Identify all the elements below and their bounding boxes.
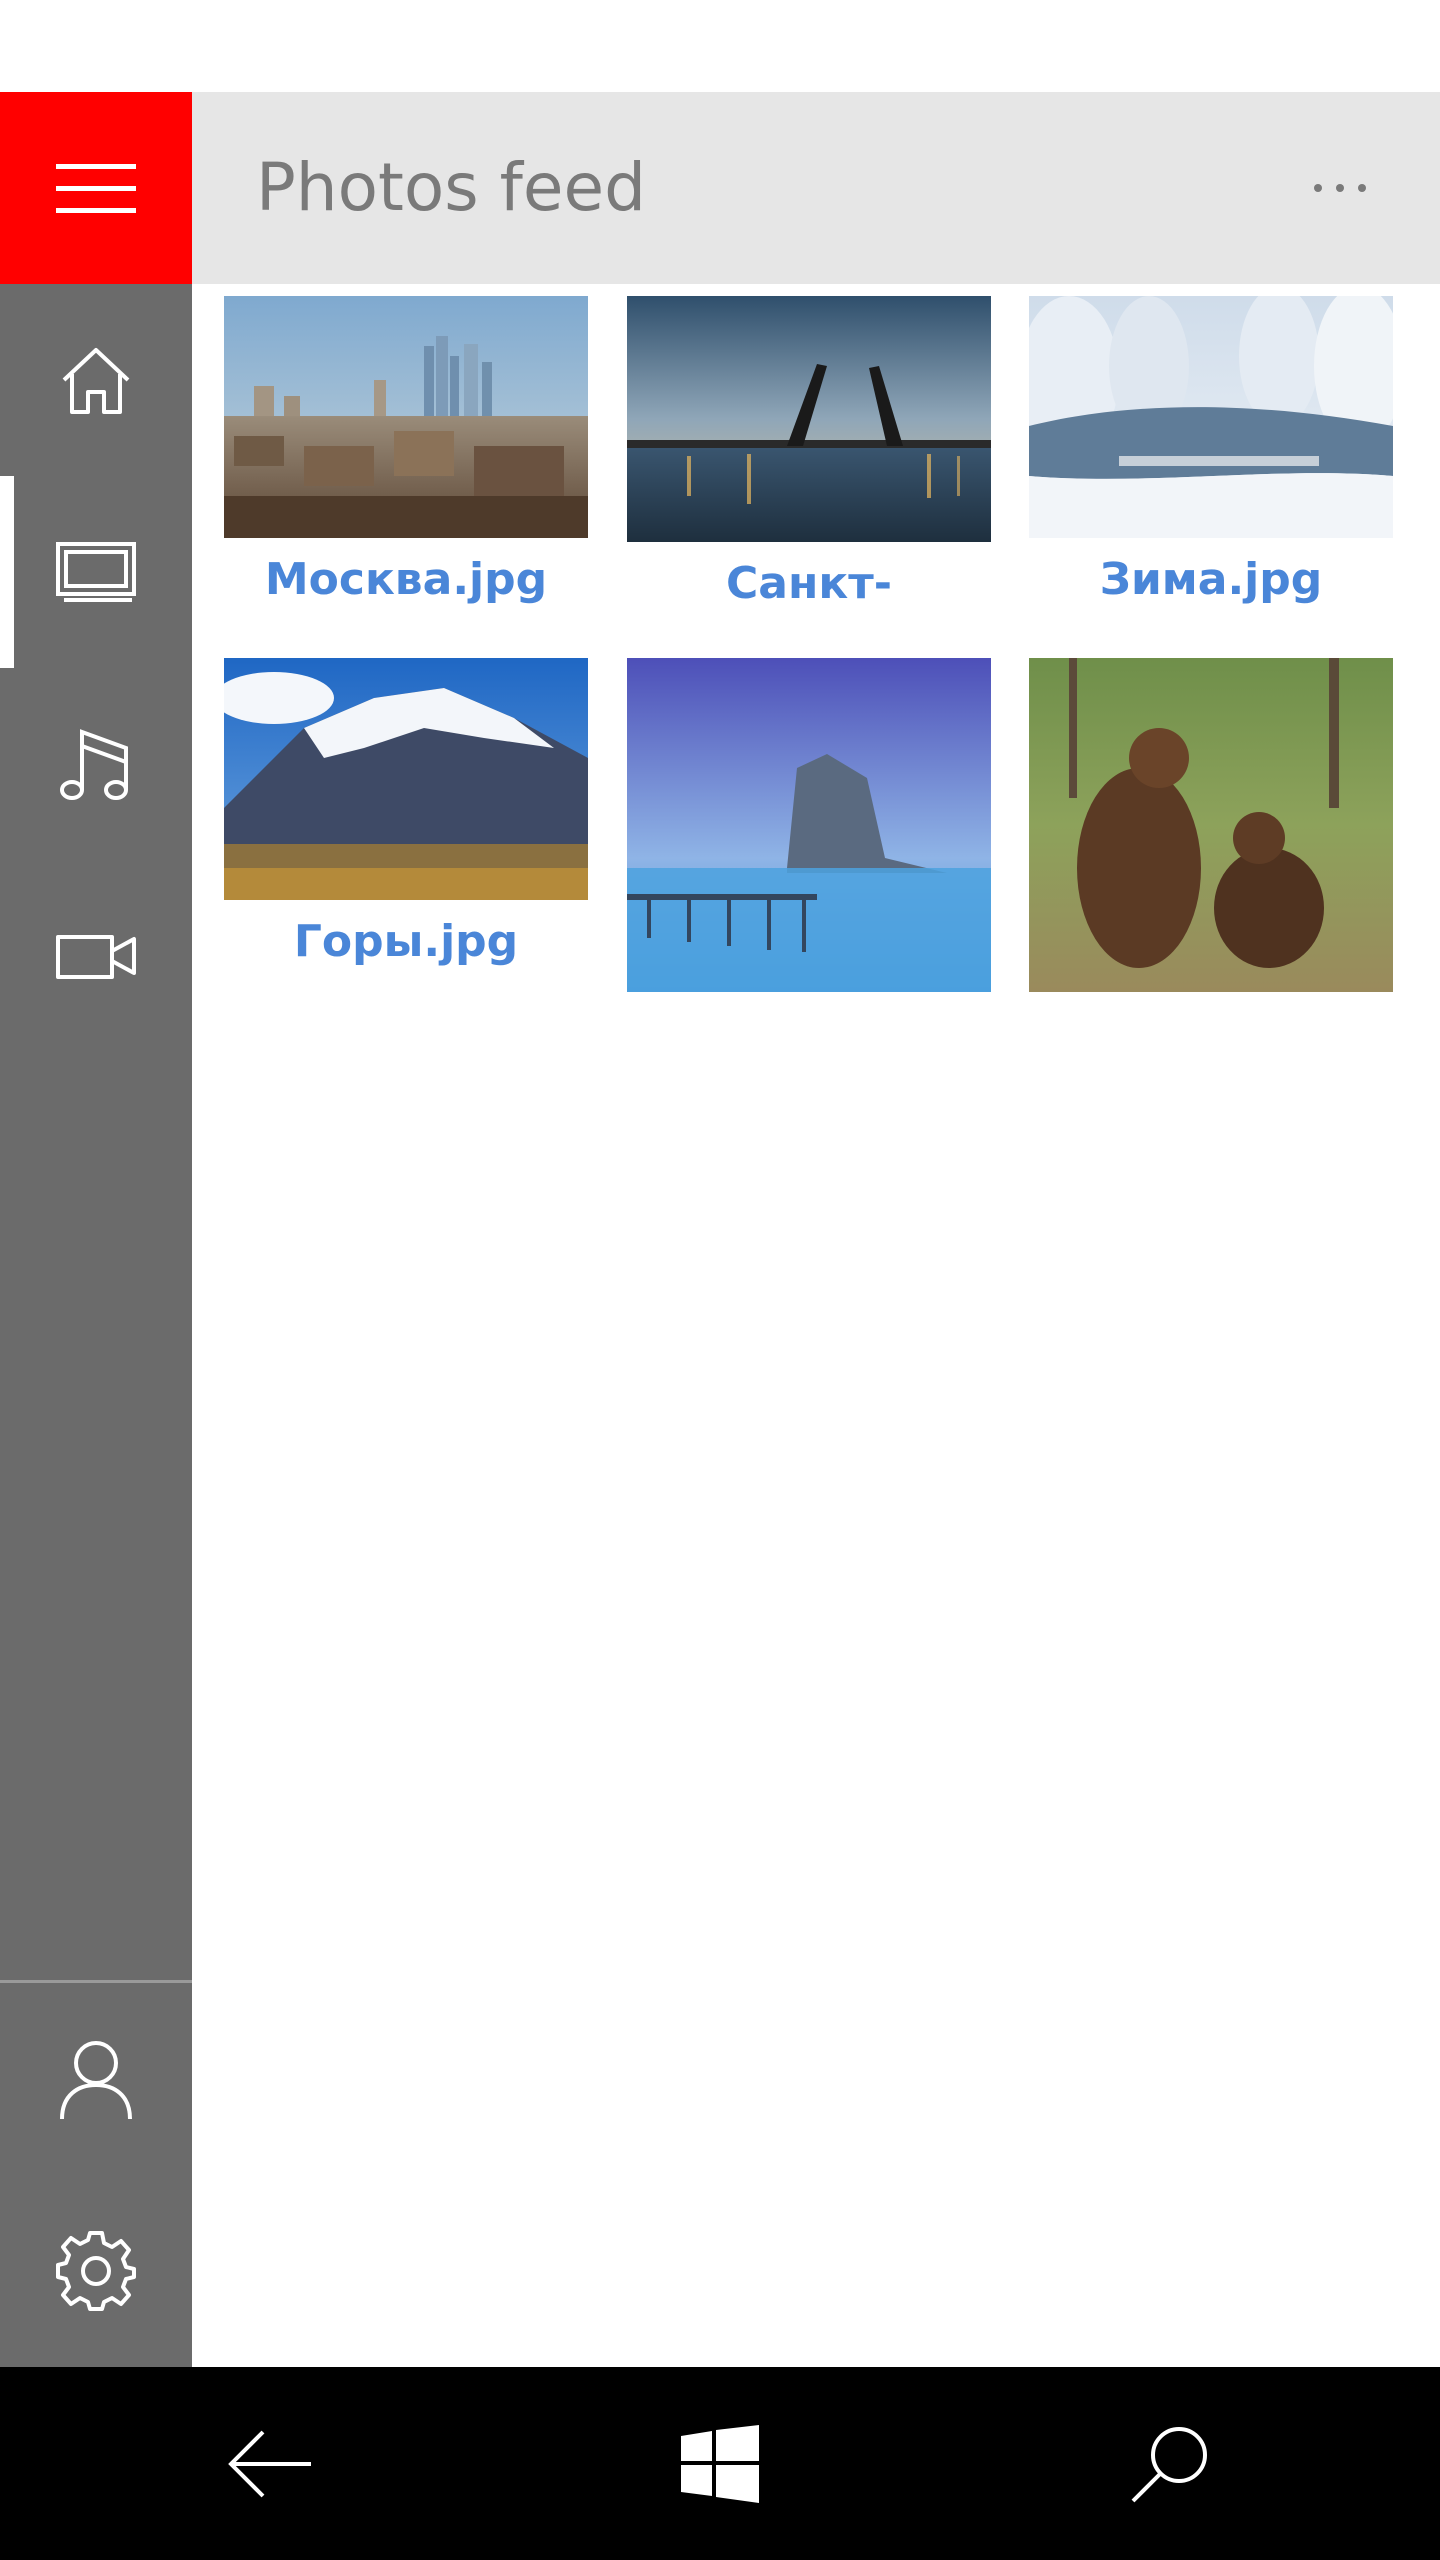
windows-logo-icon <box>681 2424 759 2503</box>
photo-tile-bears[interactable] <box>1029 658 1393 1066</box>
photo-thumbnail <box>1029 296 1393 538</box>
music-icon <box>60 729 128 800</box>
user-icon <box>60 2041 132 2120</box>
photo-tile-winter[interactable]: Зима.jpg <box>1029 296 1393 612</box>
start-button[interactable] <box>620 2367 820 2560</box>
page-title: Photos feed <box>256 149 646 226</box>
photo-thumbnail <box>224 658 588 900</box>
photos-icon <box>56 542 136 602</box>
settings-icon <box>56 2231 136 2311</box>
photo-thumbnail <box>627 658 991 992</box>
back-button[interactable] <box>170 2367 370 2560</box>
app-window: Photos feed Москва.jpg Санкт- Зима.jpg Г… <box>0 0 1440 2560</box>
photo-tile-sea-rock[interactable] <box>627 658 991 1066</box>
sidebar-item-home[interactable] <box>0 284 192 476</box>
photo-tile-moscow[interactable]: Москва.jpg <box>224 296 588 612</box>
sidebar-item-video[interactable] <box>0 860 192 1052</box>
more-options-button[interactable] <box>1280 148 1400 228</box>
photo-tile-mountains[interactable]: Горы.jpg <box>224 658 588 974</box>
photo-caption: Москва.jpg <box>264 554 548 605</box>
search-icon <box>1131 2426 1207 2502</box>
header-bar: Photos feed <box>192 92 1440 284</box>
home-icon <box>62 348 130 414</box>
system-nav-bar <box>0 2367 1440 2560</box>
hamburger-icon <box>56 164 136 213</box>
search-button[interactable] <box>1070 2367 1270 2560</box>
sidebar-item-account[interactable] <box>0 1983 192 2175</box>
photo-caption: Зима.jpg <box>1099 554 1323 605</box>
sidebar-item-settings[interactable] <box>0 2175 192 2367</box>
sidebar-item-music[interactable] <box>0 668 192 860</box>
more-dot <box>1358 184 1366 192</box>
menu-button[interactable] <box>0 92 192 284</box>
photo-caption <box>627 1002 991 1066</box>
photos-grid: Москва.jpg Санкт- Зима.jpg Горы.jpg <box>192 284 1440 2367</box>
photo-caption <box>1029 1002 1393 1066</box>
photo-thumbnail <box>1029 658 1393 992</box>
back-arrow-icon <box>228 2430 311 2497</box>
photo-caption: Горы.jpg <box>293 916 519 967</box>
more-dot <box>1336 184 1344 192</box>
sidebar-item-photos[interactable] <box>0 476 192 668</box>
video-icon <box>56 935 136 979</box>
sidebar <box>0 284 192 2367</box>
photo-thumbnail <box>627 296 991 542</box>
photo-thumbnail <box>224 296 588 538</box>
status-bar <box>0 0 1440 92</box>
photo-tile-saint-petersburg[interactable]: Санкт- <box>627 296 991 616</box>
photo-caption: Санкт- <box>725 558 892 609</box>
more-dot <box>1314 184 1322 192</box>
